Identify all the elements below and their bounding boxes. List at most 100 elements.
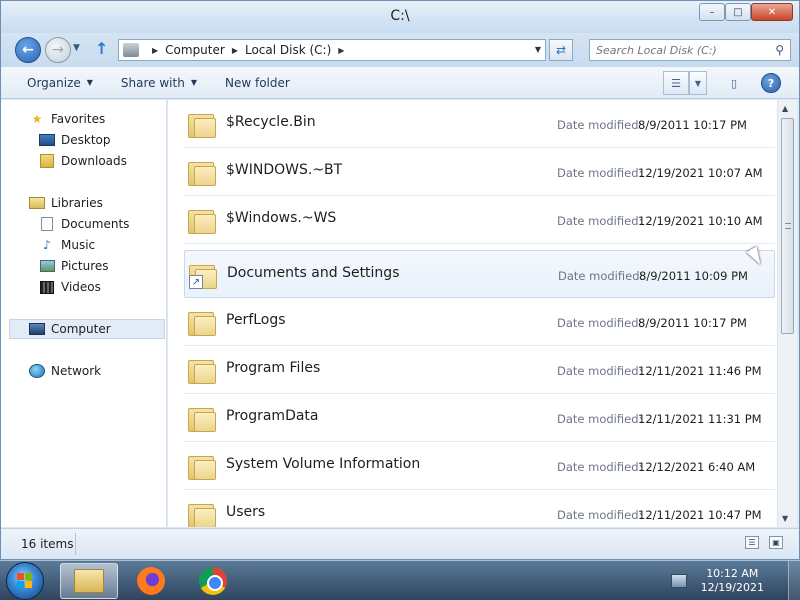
new-folder-button[interactable]: New folder xyxy=(219,76,296,90)
up-level-button[interactable]: ↑ xyxy=(95,39,108,58)
chevron-right-icon[interactable]: ▶ xyxy=(338,46,344,55)
search-box[interactable]: ⚲ xyxy=(589,39,791,61)
nav-computer[interactable]: Computer xyxy=(9,319,165,339)
date-modified-value: 12/19/2021 10:07 AM xyxy=(638,166,763,180)
clock-date: 12/19/2021 xyxy=(700,581,764,594)
window-controls: – □ ✕ xyxy=(699,3,793,21)
taskbar: 10:12 AM 12/19/2021 xyxy=(0,560,800,600)
nav-favorites[interactable]: ★ Favorites xyxy=(1,109,167,129)
folder-icon xyxy=(74,569,104,593)
folder-icon xyxy=(188,160,216,186)
close-button[interactable]: ✕ xyxy=(751,3,793,21)
show-desktop-button[interactable] xyxy=(788,561,800,600)
minimize-button[interactable]: – xyxy=(699,3,725,21)
music-note-icon: ♪ xyxy=(43,238,51,252)
file-row-hovered[interactable]: ↗ Documents and Settings Date modified: … xyxy=(184,250,775,298)
chevron-right-icon[interactable]: ▶ xyxy=(232,46,238,55)
organize-menu[interactable]: Organize ▼ xyxy=(21,76,99,90)
documents-icon xyxy=(39,217,55,231)
details-view-icon: ☰ xyxy=(671,76,681,90)
forward-button[interactable]: → xyxy=(45,37,71,63)
address-row: ← → ▼ ↑ ▶ Computer ▶ Local Disk (C:) ▶ ▼… xyxy=(1,33,799,67)
start-button[interactable] xyxy=(6,562,44,600)
date-modified-value: 8/9/2011 10:17 PM xyxy=(638,118,747,132)
file-row[interactable]: Program Files Date modified: 12/11/2021 … xyxy=(184,346,775,394)
nav-libraries[interactable]: Libraries xyxy=(1,193,167,213)
taskbar-explorer-button[interactable] xyxy=(60,563,118,599)
system-tray: 10:12 AM 12/19/2021 xyxy=(670,567,764,595)
file-row[interactable]: PerfLogs Date modified: 8/9/2011 10:17 P… xyxy=(184,298,775,346)
breadcrumb-computer[interactable]: Computer xyxy=(165,43,225,57)
view-options-dropdown[interactable]: ▼ xyxy=(689,71,707,95)
windows-logo-icon xyxy=(17,573,33,589)
back-button[interactable]: ← xyxy=(15,37,41,63)
file-row[interactable]: $Windows.~WS Date modified: 12/19/2021 1… xyxy=(184,196,775,244)
network-globe-icon xyxy=(29,364,45,378)
desktop-icon xyxy=(39,133,55,147)
details-view-icon[interactable]: ☰ xyxy=(745,536,759,549)
scroll-down-arrow-icon[interactable]: ▼ xyxy=(782,514,788,523)
clock[interactable]: 10:12 AM 12/19/2021 xyxy=(701,567,764,595)
vertical-scrollbar[interactable]: ▲ ▼ xyxy=(777,100,797,527)
scrollbar-thumb[interactable] xyxy=(781,118,794,334)
search-input[interactable] xyxy=(596,43,756,57)
preview-pane-button[interactable]: ▯ xyxy=(721,71,747,95)
nav-network[interactable]: Network xyxy=(1,361,167,381)
date-modified-value: 12/11/2021 11:46 PM xyxy=(638,364,762,378)
nav-downloads[interactable]: Downloads xyxy=(1,151,167,171)
firefox-icon xyxy=(137,567,165,595)
status-bar: 16 items ☰ ▣ xyxy=(1,528,799,558)
nav-documents[interactable]: Documents xyxy=(1,214,167,234)
large-icons-view-icon[interactable]: ▣ xyxy=(769,536,783,549)
help-icon: ? xyxy=(767,76,775,90)
file-name: ProgramData xyxy=(226,408,319,424)
nav-pictures[interactable]: Pictures xyxy=(1,256,167,276)
file-name: $Windows.~WS xyxy=(226,210,337,226)
help-button[interactable]: ? xyxy=(761,73,781,93)
nav-music[interactable]: ♪ Music xyxy=(1,235,167,255)
date-modified-value: 8/9/2011 10:09 PM xyxy=(639,269,748,283)
search-icon[interactable]: ⚲ xyxy=(775,43,784,57)
computer-icon xyxy=(29,322,45,336)
file-row[interactable]: System Volume Information Date modified:… xyxy=(184,442,775,490)
film-strip-icon xyxy=(39,280,55,294)
forward-arrow-icon: → xyxy=(52,42,64,58)
breadcrumb-local-disk[interactable]: Local Disk (C:) xyxy=(245,43,331,57)
file-row[interactable]: $WINDOWS.~BT Date modified: 12/19/2021 1… xyxy=(184,148,775,196)
nav-videos-label: Videos xyxy=(61,280,101,294)
address-history-dropdown[interactable]: ▼ xyxy=(535,45,541,54)
maximize-button[interactable]: □ xyxy=(725,3,751,21)
chevron-right-icon[interactable]: ▶ xyxy=(152,46,158,55)
folder-icon xyxy=(188,112,216,138)
date-modified-label: Date modified: xyxy=(557,316,643,330)
change-view-button[interactable]: ☰ xyxy=(663,71,689,95)
share-with-menu[interactable]: Share with ▼ xyxy=(115,76,203,90)
scroll-up-arrow-icon[interactable]: ▲ xyxy=(782,104,788,113)
taskbar-chrome-button[interactable] xyxy=(184,563,242,599)
recent-pages-dropdown[interactable]: ▼ xyxy=(73,43,80,53)
network-status-icon[interactable] xyxy=(670,574,687,588)
shortcut-arrow-icon: ↗ xyxy=(189,275,203,289)
nav-documents-label: Documents xyxy=(61,217,130,231)
nav-videos[interactable]: Videos xyxy=(1,277,167,297)
address-bar[interactable]: ▶ Computer ▶ Local Disk (C:) ▶ ▼ xyxy=(118,39,546,61)
nav-desktop[interactable]: Desktop xyxy=(1,130,167,150)
taskbar-firefox-button[interactable] xyxy=(122,563,180,599)
libraries-icon xyxy=(29,196,45,210)
file-row[interactable]: ProgramData Date modified: 12/11/2021 11… xyxy=(184,394,775,442)
nav-favorites-label: Favorites xyxy=(51,112,106,126)
refresh-icon: ⇄ xyxy=(555,43,567,57)
file-row[interactable]: $Recycle.Bin Date modified: 8/9/2011 10:… xyxy=(184,100,775,148)
nav-network-label: Network xyxy=(51,364,102,378)
window-title: C:\ xyxy=(390,8,410,24)
date-modified-label: Date modified: xyxy=(557,364,643,378)
folder-icon xyxy=(188,406,216,432)
folder-icon xyxy=(188,358,216,384)
date-modified-value: 8/9/2011 10:17 PM xyxy=(638,316,747,330)
file-row[interactable]: Users Date modified: 12/11/2021 10:47 PM xyxy=(184,490,775,527)
status-divider xyxy=(75,533,76,555)
refresh-button[interactable]: ⇄ xyxy=(549,39,573,61)
back-arrow-icon: ← xyxy=(22,42,34,58)
pictures-icon xyxy=(39,259,55,273)
file-list: $Recycle.Bin Date modified: 8/9/2011 10:… xyxy=(168,100,777,527)
